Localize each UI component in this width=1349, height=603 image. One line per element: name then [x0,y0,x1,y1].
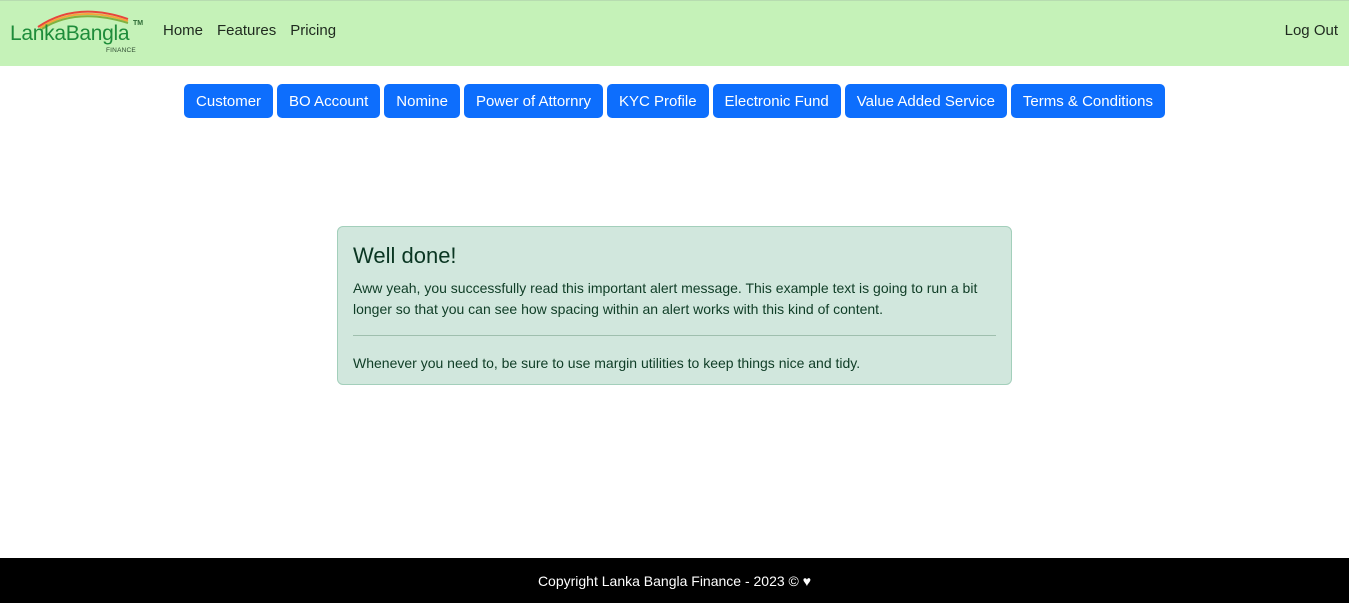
nav-link-home[interactable]: Home [156,21,210,41]
brand-logo[interactable]: LankaBangla TM FINANCE [10,5,144,57]
alert-heading: Well done! [353,243,457,268]
alert-body-text: Aww yeah, you successfully read this imp… [353,280,978,317]
customer-button[interactable]: Customer [184,84,274,118]
brand-name: LankaBangla [10,22,130,45]
bo-account-button[interactable]: BO Account [277,84,381,118]
page-footer: Copyright Lanka Bangla Finance - 2023 © … [0,558,1349,603]
copyright-text: Copyright Lanka Bangla Finance - 2023 © … [537,572,812,589]
success-alert: Well done! Aww yeah, you successfully re… [337,226,1012,385]
nav-links: Home Features Pricing [156,21,343,41]
kyc-profile-button[interactable]: KYC Profile [607,84,709,118]
terms-conditions-button[interactable]: Terms & Conditions [1010,84,1165,118]
brand-subtitle: FINANCE [106,47,136,54]
logout-link[interactable]: Log Out [1285,21,1338,41]
alert-footer-text: Whenever you need to, be sure to use mar… [353,355,861,371]
nav-link-pricing[interactable]: Pricing [283,21,343,41]
top-navbar: LankaBangla TM FINANCE Home Features Pri… [0,0,1349,66]
section-button-row: Customer BO Account Nomine Power of Atto… [0,84,1349,118]
brand-trademark: TM [133,20,144,27]
alert-divider [353,335,996,336]
nav-link-features[interactable]: Features [210,21,283,41]
value-added-service-button[interactable]: Value Added Service [844,84,1007,118]
nomine-button[interactable]: Nomine [384,84,460,118]
power-of-attorney-button[interactable]: Power of Attornry [463,84,604,118]
electronic-fund-button[interactable]: Electronic Fund [712,84,841,118]
